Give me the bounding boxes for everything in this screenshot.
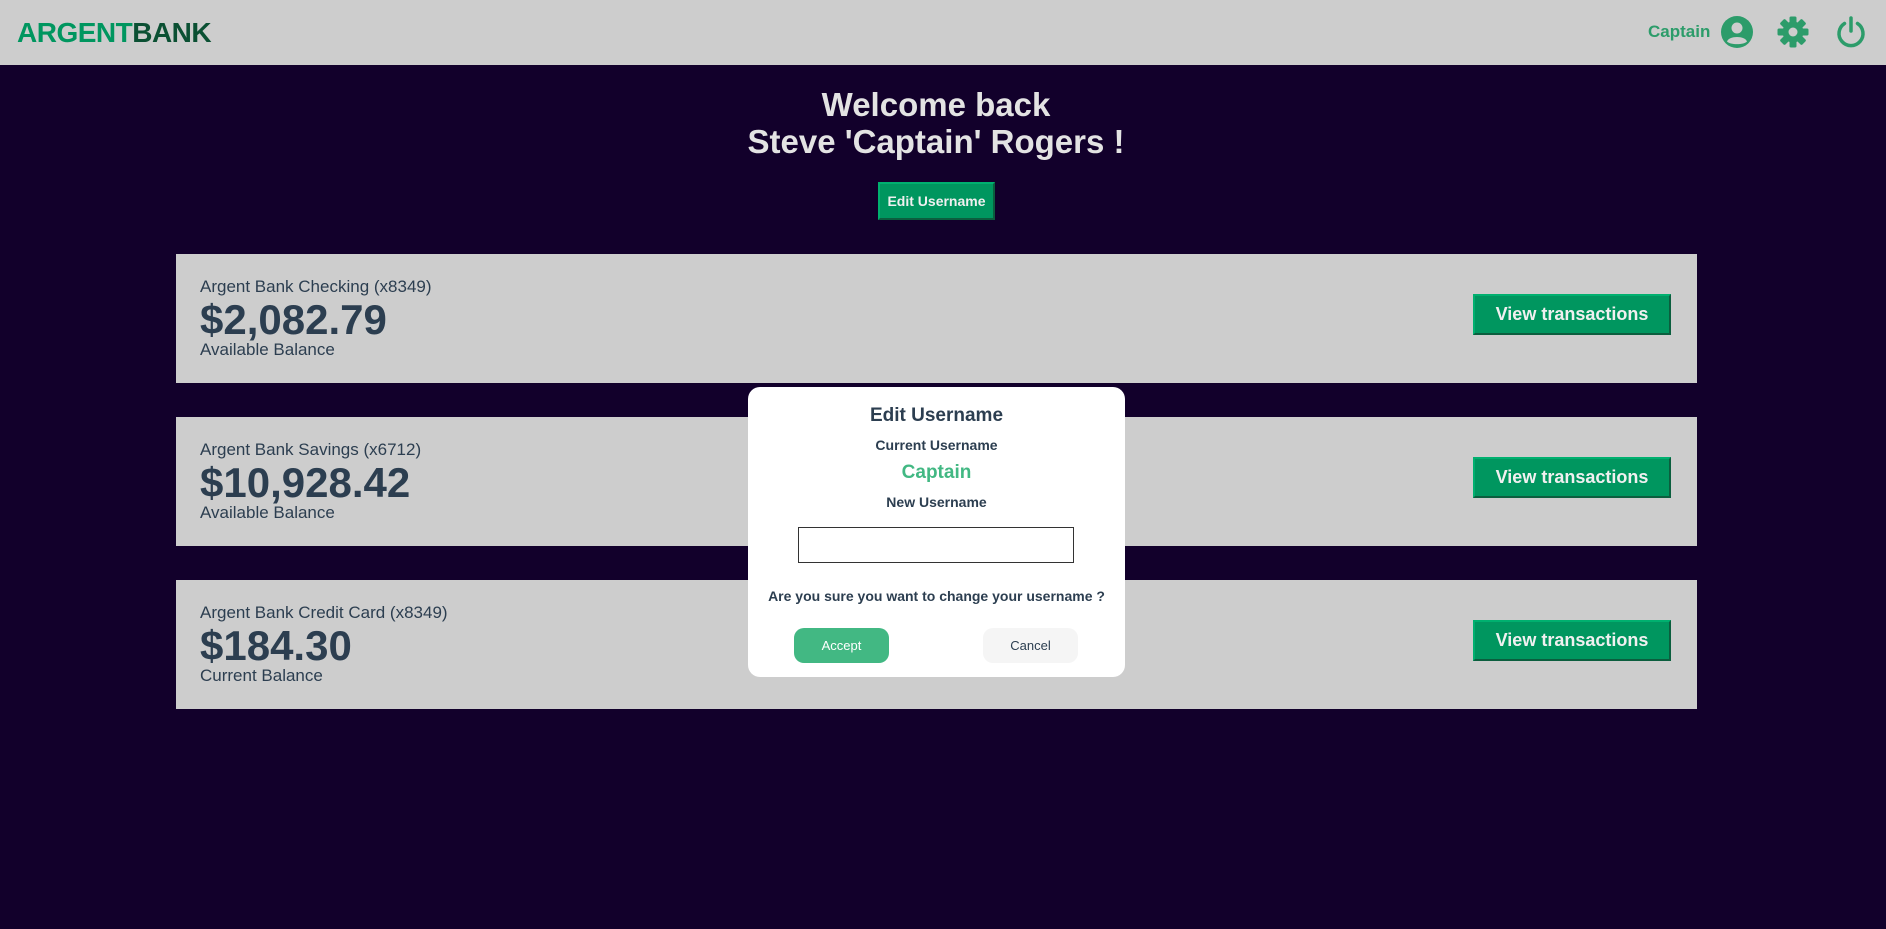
accept-button[interactable]: Accept bbox=[794, 628, 889, 663]
welcome-line: Welcome back bbox=[821, 86, 1051, 123]
account-amount: $184.30 bbox=[200, 622, 352, 669]
logo-bank-text: BANK bbox=[132, 17, 212, 48]
top-navigation: ARGENTBANK Captain bbox=[0, 0, 1886, 65]
account-title: Argent Bank Checking (x8349) bbox=[200, 277, 432, 296]
view-transactions-button[interactable]: View transactions bbox=[1473, 294, 1671, 335]
account-title: Argent Bank Savings (x6712) bbox=[200, 440, 422, 459]
header-username-link[interactable]: Captain bbox=[1648, 22, 1710, 42]
confirm-question: Are you sure you want to change your use… bbox=[768, 588, 1105, 604]
modal-title: Edit Username bbox=[869, 405, 1004, 426]
new-username-input[interactable] bbox=[798, 527, 1074, 563]
account-amount-description: Available Balance bbox=[200, 503, 335, 522]
view-transactions-button[interactable]: View transactions bbox=[1473, 457, 1671, 498]
account-amount-description: Available Balance bbox=[200, 340, 335, 359]
view-transactions-button[interactable]: View transactions bbox=[1473, 620, 1671, 661]
logo-argent-text: ARGENT bbox=[17, 17, 133, 48]
user-circle-icon[interactable] bbox=[1720, 15, 1754, 49]
user-fullname: Steve 'Captain' Rogers ! bbox=[747, 123, 1125, 160]
power-icon[interactable] bbox=[1834, 15, 1868, 49]
account-amount: $10,928.42 bbox=[200, 459, 411, 506]
new-username-label: New Username bbox=[886, 494, 987, 510]
gear-icon[interactable] bbox=[1776, 15, 1810, 49]
account-amount-description: Current Balance bbox=[200, 666, 323, 685]
current-username-value: Captain bbox=[901, 462, 972, 483]
current-username-label: Current Username bbox=[875, 437, 998, 453]
edit-username-modal: Edit Username Current Username Captain N… bbox=[748, 387, 1125, 677]
welcome-heading: Welcome back Steve 'Captain' Rogers ! bbox=[0, 86, 1872, 160]
account-amount: $2,082.79 bbox=[200, 296, 387, 343]
account-title: Argent Bank Credit Card (x8349) bbox=[200, 603, 448, 622]
cancel-button[interactable]: Cancel bbox=[983, 628, 1078, 663]
argent-bank-logo[interactable]: ARGENTBANK bbox=[17, 17, 212, 48]
account-checking: Argent Bank Checking (x8349) $2,082.79 A… bbox=[176, 254, 1697, 383]
edit-username-button[interactable]: Edit Username bbox=[878, 182, 995, 220]
